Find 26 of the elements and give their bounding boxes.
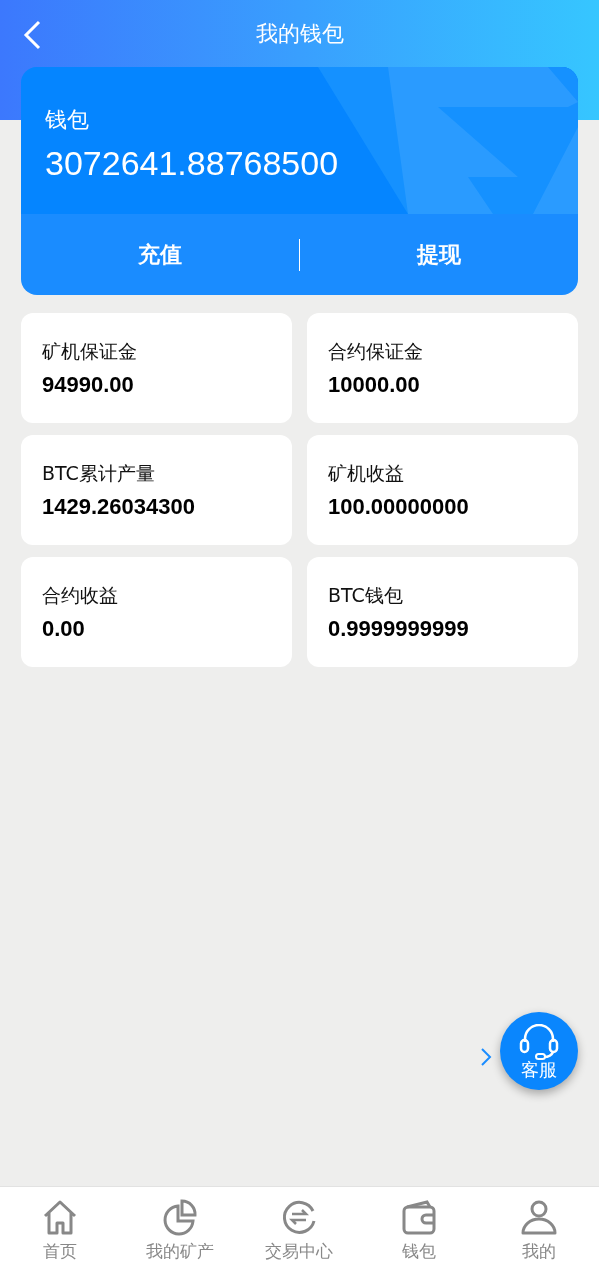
nav-tab[interactable]: 我的: [479, 1187, 599, 1274]
nav-tab[interactable]: 我的矿产: [119, 1187, 240, 1274]
headset-icon: [518, 1023, 560, 1060]
stat-label: 矿机收益: [328, 461, 405, 486]
wallet-balance: 3072641.88768500: [45, 143, 340, 184]
page-title: 我的钱包: [255, 20, 344, 48]
nav-tab[interactable]: 首页: [0, 1187, 120, 1274]
wallet-label: 钱包: [45, 106, 90, 134]
stat-value: 0.00: [42, 614, 86, 643]
nav-tab[interactable]: 交易中心: [239, 1187, 360, 1274]
stat-value: 94990.00: [42, 370, 135, 399]
back-icon[interactable]: [22, 20, 42, 50]
stat-label: BTC钱包: [328, 583, 404, 608]
stat-label: 合约收益: [42, 583, 119, 608]
deposit-button[interactable]: 充值: [21, 214, 299, 295]
chevron-icon[interactable]: [480, 1046, 492, 1067]
stat-value: 100.00000000: [328, 492, 470, 521]
stat-value: 0.9999999999: [328, 614, 470, 643]
stat-label: BTC累计产量: [42, 461, 156, 486]
stat-label: 矿机保证金: [42, 339, 138, 364]
nav-tab[interactable]: 钱包: [359, 1187, 480, 1274]
withdraw-button[interactable]: 提现: [300, 214, 578, 295]
customer-service-button[interactable]: 客服: [500, 1012, 578, 1090]
stat-label: 合约保证金: [328, 339, 424, 364]
stat-value: 1429.26034300: [42, 492, 196, 521]
stat-value: 10000.00: [328, 370, 421, 399]
